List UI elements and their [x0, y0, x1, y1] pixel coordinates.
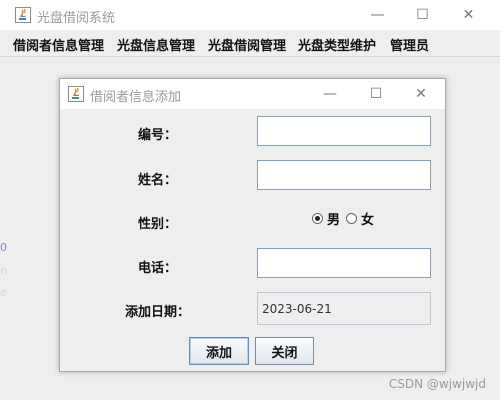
main-titlebar: 光盘借阅系统 — ☐ ✕	[0, 0, 500, 30]
gender-label: 性别：	[138, 217, 178, 232]
dialog-maximize-button[interactable]: ☐	[356, 79, 396, 109]
gender-radio-group: 男 女	[312, 209, 380, 228]
close-button[interactable]: ✕	[446, 0, 491, 30]
dialog-close-button[interactable]: ✕	[401, 79, 441, 109]
close-icon: ✕	[415, 86, 427, 102]
side-fragment: e	[0, 286, 7, 299]
main-window-title: 光盘借阅系统	[37, 11, 116, 26]
gender-male-radio[interactable]	[312, 213, 323, 224]
gender-female-label[interactable]: 女	[361, 209, 374, 228]
name-label: 姓名：	[138, 173, 178, 188]
borrower-add-dialog: 借阅者信息添加 — ☐ ✕ 编号： 姓名： 性别： 男 女 电话： 添加日期： …	[59, 78, 446, 372]
maximize-button[interactable]: ☐	[400, 0, 445, 30]
gender-female-radio[interactable]	[346, 213, 358, 224]
date-label: 添加日期：	[125, 305, 191, 320]
close-icon: ✕	[462, 7, 475, 23]
maximize-icon: ☐	[369, 86, 383, 102]
side-fragment: 0	[0, 241, 7, 254]
minimize-icon: —	[323, 86, 337, 102]
gender-male-label[interactable]: 男	[327, 209, 340, 228]
side-fragment: n	[0, 264, 7, 277]
java-coffee-icon	[15, 7, 31, 23]
menu-disc-info-management[interactable]: 光盘信息管理	[117, 35, 195, 54]
phone-label: 电话：	[138, 261, 178, 276]
menu-borrower-management[interactable]: 借阅者信息管理	[13, 35, 104, 54]
menu-admin[interactable]: 管理员	[390, 35, 429, 54]
dialog-title: 借阅者信息添加	[90, 90, 182, 105]
dialog-minimize-button[interactable]: —	[310, 79, 350, 109]
java-coffee-icon	[68, 86, 84, 102]
minimize-icon: —	[370, 7, 385, 23]
id-label: 编号：	[138, 128, 178, 143]
phone-field[interactable]	[257, 248, 431, 278]
minimize-button[interactable]: —	[355, 0, 400, 30]
name-field[interactable]	[257, 160, 431, 190]
add-button[interactable]: 添加	[189, 337, 249, 365]
menu-disc-type-maintenance[interactable]: 光盘类型维护	[298, 35, 376, 54]
maximize-icon: ☐	[416, 7, 429, 23]
id-field[interactable]	[257, 116, 431, 146]
menu-bar: 借阅者信息管理 光盘信息管理 光盘借阅管理 光盘类型维护 管理员	[0, 30, 500, 57]
dialog-titlebar: 借阅者信息添加 — ☐ ✕	[60, 79, 445, 109]
watermark: CSDN @wjwjwjd	[388, 377, 486, 391]
menu-disc-borrow-management[interactable]: 光盘借阅管理	[208, 35, 286, 54]
date-field	[257, 292, 431, 325]
close-dialog-button[interactable]: 关闭	[255, 337, 314, 365]
